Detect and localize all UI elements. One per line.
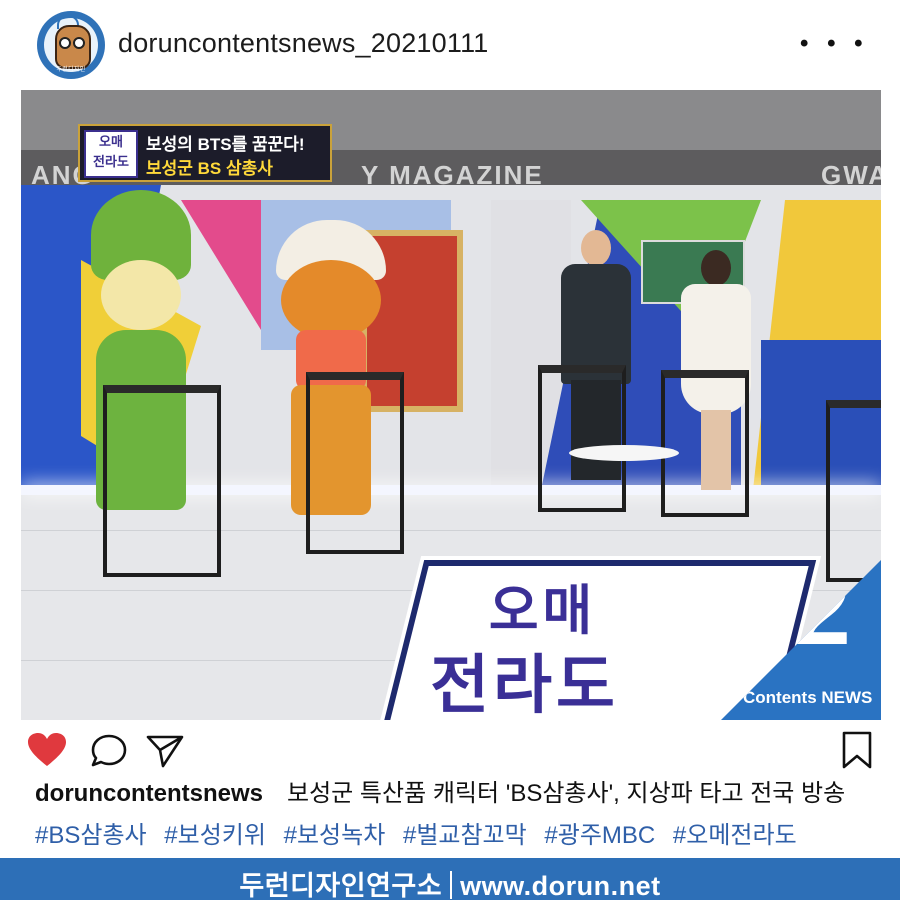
program-title-overlay: 오매 전라도 보성의 BTS를 꿈꾼다! 보성군 BS 삼총사	[78, 124, 332, 182]
heart-icon[interactable]	[27, 732, 67, 768]
desk-5	[826, 400, 881, 582]
post-image[interactable]: ANG Y MAGAZINE GWA 오매 전라도 보성의 BTS를 꿈꾼다! …	[21, 90, 881, 720]
footer-text: 두런디자인연구소 www.dorun.net	[0, 864, 900, 903]
footer-divider	[450, 871, 453, 899]
floor-logo-line2: 전라도	[430, 649, 619, 720]
action-bar	[0, 725, 900, 775]
desk-3	[538, 365, 626, 512]
badge-caption: Contents NEWS	[743, 688, 873, 707]
footer-banner: 두런디자인연구소 www.dorun.net	[0, 858, 900, 903]
bookmark-icon[interactable]	[840, 730, 874, 770]
desk-1	[103, 385, 221, 577]
post-header: 두런디자인 doruncontentsnews_20210111 • • •	[0, 0, 900, 90]
hashtag[interactable]: #BS삼총사	[35, 822, 147, 849]
caption-username[interactable]: doruncontentsnews	[35, 780, 263, 807]
avatar-eye-right	[73, 37, 85, 49]
desk-4	[661, 370, 749, 517]
post-username[interactable]: doruncontentsnews_20210111	[118, 28, 489, 59]
send-icon[interactable]	[145, 733, 185, 769]
footer-company: 두런디자인연구소	[239, 871, 443, 901]
footer-url[interactable]: www.dorun.net	[460, 871, 660, 901]
avatar-label: 두런디자인	[56, 67, 86, 73]
avatar-eye-left	[59, 37, 71, 49]
hashtag-list: #BS삼총사 #보성키위 #보성녹차 #벌교참꼬막 #광주MBC #오메전라도	[35, 815, 895, 849]
round-table	[569, 445, 679, 461]
headline-line1: 보성의 BTS를 꿈꾼다!	[146, 135, 305, 154]
ellipsis-icon[interactable]: • • •	[800, 30, 869, 58]
program-badge-line2: 전라도	[93, 154, 129, 169]
desk-2	[306, 372, 404, 554]
program-badge: 오매 전라도	[84, 130, 138, 178]
hashtag[interactable]: #광주MBC	[544, 822, 655, 849]
caption-text: 보성군 특산품 캐릭터 'BS삼총사', 지상파 타고 전국 방송	[287, 780, 846, 807]
program-badge-line1: 오매	[99, 134, 123, 149]
hashtag[interactable]: #보성키위	[164, 822, 266, 849]
hashtag[interactable]: #오메전라도	[673, 822, 797, 849]
comment-icon[interactable]	[89, 733, 129, 769]
headline-line2: 보성군 BS 삼총사	[146, 159, 273, 178]
profile-avatar[interactable]: 두런디자인	[37, 11, 105, 79]
hashtag[interactable]: #보성녹차	[284, 822, 386, 849]
hashtag[interactable]: #벌교참꼬막	[403, 822, 527, 849]
post-caption: doruncontentsnews 보성군 특산품 캐릭터 'BS삼총사', 지상…	[35, 773, 885, 807]
